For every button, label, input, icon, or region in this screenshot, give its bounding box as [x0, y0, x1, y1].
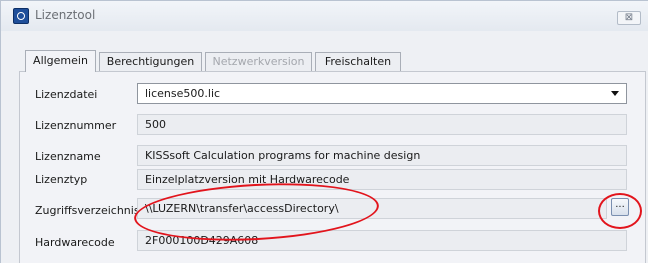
lizenztool-window: Lizenztool ⊠ Allgemein Berechtigungen Ne… [0, 0, 648, 263]
lizenzdatei-value: license500.lic [145, 87, 221, 100]
window-title: Lizenztool [35, 8, 96, 22]
lizenzname-field: KISSsoft Calculation programs for machin… [137, 145, 627, 166]
dropdown-arrow-icon[interactable] [611, 91, 619, 96]
lizenznummer-label: Lizenznummer [35, 119, 117, 132]
tab-freischalten[interactable]: Freischalten [315, 52, 401, 72]
tab-netzwerkversion: Netzwerkversion [205, 52, 312, 72]
lizenzname-label: Lizenzname [35, 150, 101, 163]
lizenztyp-label: Lizenztyp [35, 173, 88, 186]
annotation-circle-browse [598, 193, 642, 229]
close-icon[interactable]: ⊠ [617, 11, 641, 25]
lizenzdatei-label: Lizenzdatei [35, 88, 98, 101]
zugriffsverzeichnis-label: Zugriffsverzeichnis [35, 204, 140, 217]
lizenznummer-field: 500 [137, 114, 627, 135]
tab-berechtigungen[interactable]: Berechtigungen [99, 52, 202, 72]
lizenzdatei-dropdown[interactable]: license500.lic [137, 83, 627, 104]
lizenztyp-field: Einzelplatzversion mit Hardwarecode [137, 169, 627, 190]
tab-allgemein[interactable]: Allgemein [25, 50, 96, 72]
app-icon [13, 8, 29, 24]
hardwarecode-label: Hardwarecode [35, 236, 115, 249]
title-bar: Lizenztool ⊠ [1, 1, 648, 31]
